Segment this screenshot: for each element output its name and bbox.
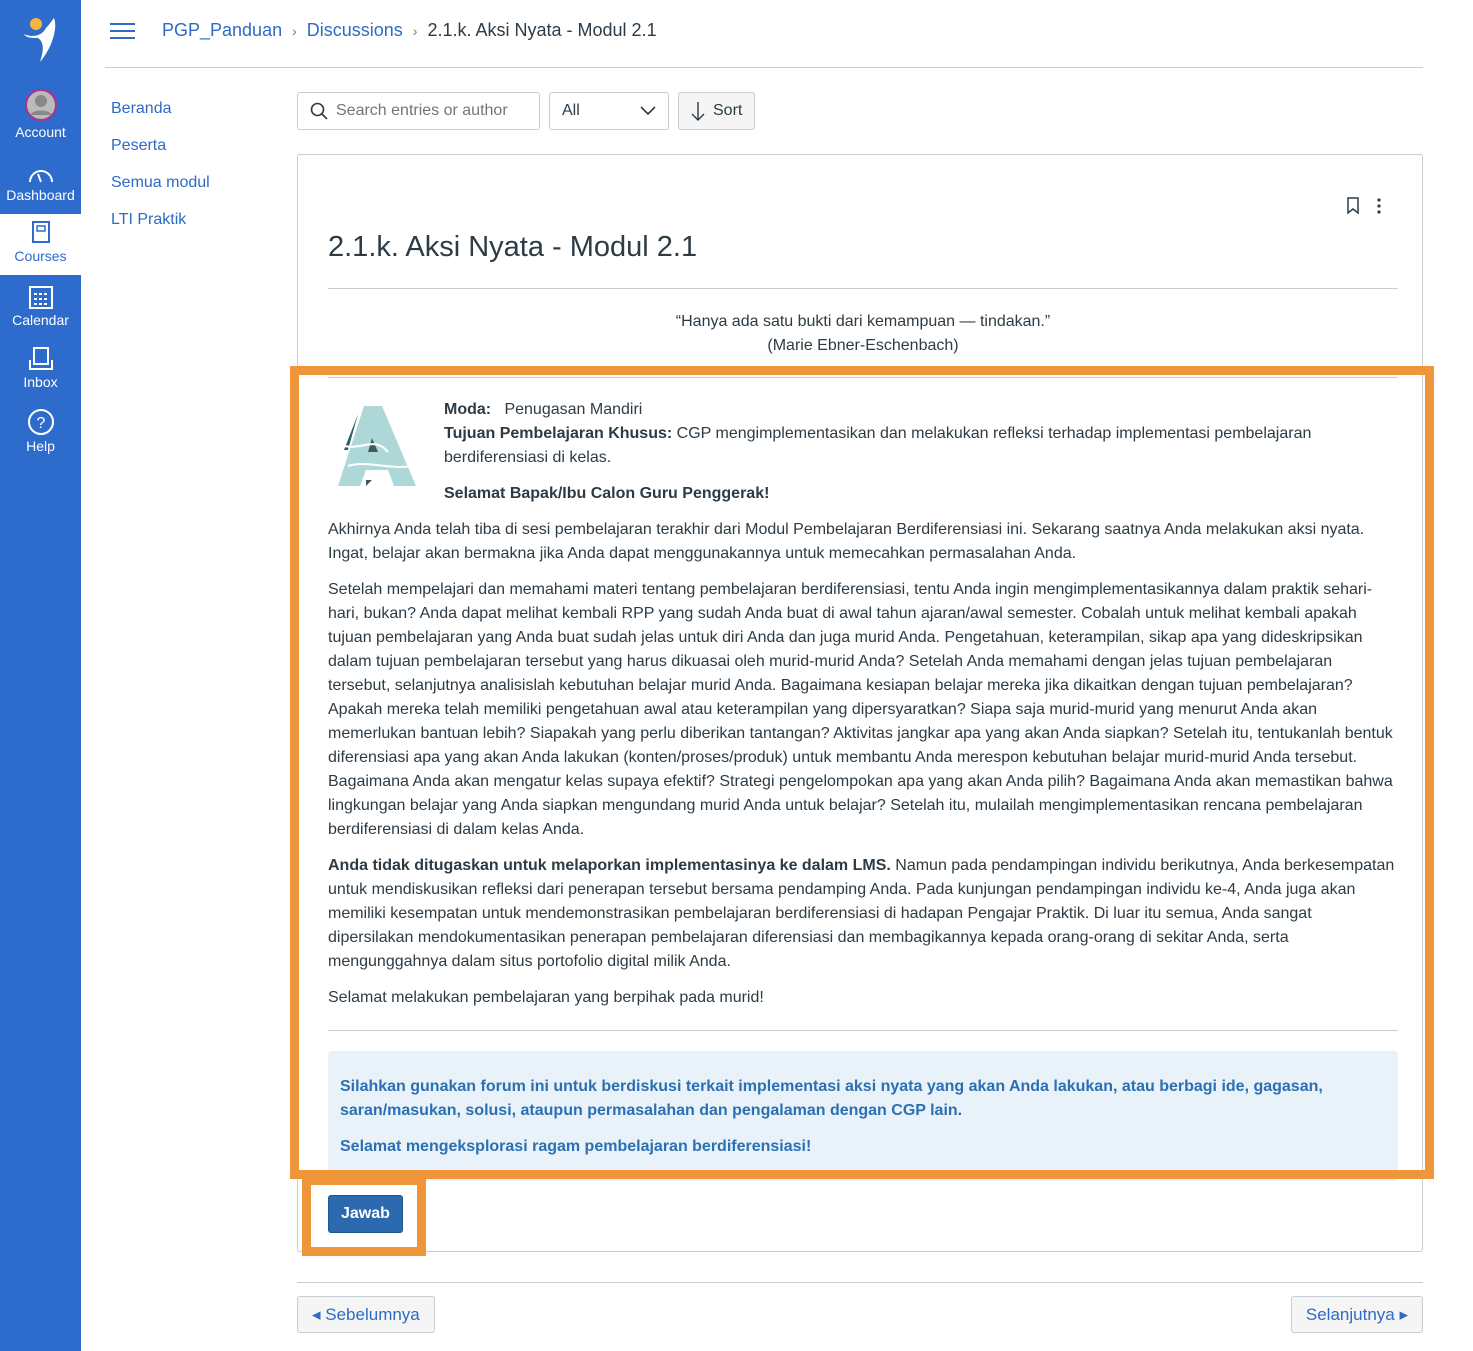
help-icon: ? — [27, 409, 54, 435]
hamburger-menu-icon[interactable] — [110, 22, 136, 40]
divider — [297, 1282, 1423, 1283]
chevron-right-icon: › — [292, 22, 297, 39]
nav-help[interactable]: ? Help — [0, 408, 81, 454]
highlight-box-content — [290, 366, 1434, 1179]
bookmark-icon[interactable] — [1346, 197, 1360, 215]
course-nav-lti-praktik[interactable]: LTI Praktik — [111, 211, 210, 248]
arrow-down-icon — [691, 102, 705, 121]
chevron-right-icon: › — [412, 22, 418, 39]
breadcrumb-discussions[interactable]: Discussions — [307, 20, 403, 41]
avatar-icon — [24, 89, 57, 121]
dashboard-icon — [28, 170, 53, 183]
course-nav-beranda[interactable]: Beranda — [111, 100, 210, 137]
previous-button[interactable]: ◂ Sebelumnya — [297, 1296, 435, 1333]
breadcrumb-current: 2.1.k. Aksi Nyata - Modul 2.1 — [427, 20, 657, 40]
svg-text:?: ? — [36, 415, 45, 432]
nav-inbox[interactable]: Inbox — [0, 346, 81, 390]
filter-select[interactable]: All — [549, 92, 669, 130]
breadcrumb: PGP_Panduan › Discussions › 2.1.k. Aksi Ny… — [110, 20, 657, 41]
highlight-box-reply — [302, 1176, 426, 1256]
calendar-icon — [28, 286, 53, 309]
nav-dashboard[interactable]: Dashboard — [0, 163, 81, 203]
quote: “Hanya ada satu bukti dari kemampuan — t… — [675, 313, 1051, 354]
breadcrumb-course[interactable]: PGP_Panduan — [162, 20, 282, 41]
course-nav-semua-modul[interactable]: Semua modul — [111, 174, 210, 211]
global-navigation: Account Dashboard Courses Calendar Inbox… — [0, 0, 81, 1351]
divider — [328, 288, 1398, 289]
discussion-toolbar: All Sort — [297, 92, 756, 130]
chevron-down-icon — [640, 106, 656, 116]
next-button[interactable]: Selanjutnya ▸ — [1290, 1296, 1423, 1333]
logo-icon[interactable] — [22, 14, 60, 64]
search-icon — [310, 102, 328, 120]
inbox-icon — [28, 347, 53, 370]
nav-calendar[interactable]: Calendar — [0, 284, 81, 328]
topic-title: 2.1.k. Aksi Nyata - Modul 2.1 — [328, 231, 698, 263]
more-options-icon[interactable] — [1376, 197, 1382, 215]
search-box — [297, 92, 540, 130]
course-nav-peserta[interactable]: Peserta — [111, 137, 210, 174]
course-navigation: Beranda Peserta Semua modul LTI Praktik — [111, 100, 210, 248]
sort-button[interactable]: Sort — [678, 92, 756, 130]
nav-account[interactable]: Account — [0, 88, 81, 140]
courses-icon — [31, 221, 50, 243]
divider — [105, 67, 1423, 68]
nav-courses[interactable]: Courses — [0, 214, 81, 275]
search-input[interactable] — [336, 102, 521, 120]
